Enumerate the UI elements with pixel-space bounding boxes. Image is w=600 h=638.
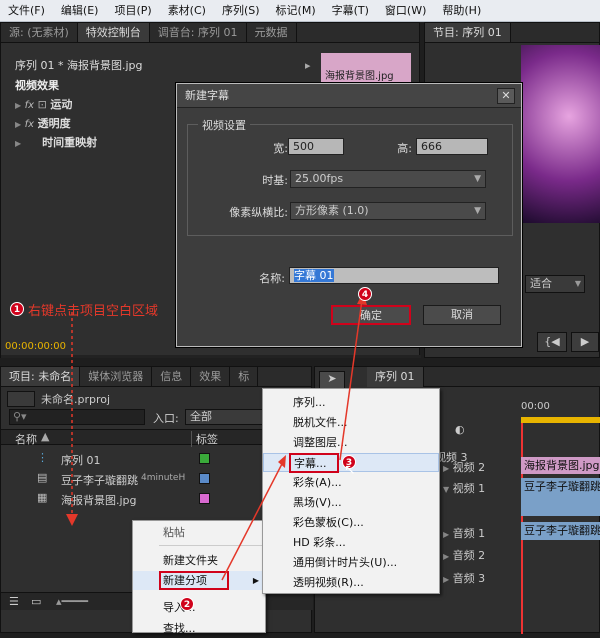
step-badge-2: 2: [180, 597, 194, 611]
annotation-text-1: 右键点击项目空白区域: [28, 304, 159, 319]
step-badge-1: 1: [10, 302, 24, 316]
arrowhead-1: [66, 514, 78, 526]
annotation-arrow-2: [221, 459, 285, 581]
mouse-cursor-icon: ↖: [344, 462, 356, 478]
annotation-arrow-3: [339, 299, 363, 461]
arrowhead-2: [278, 455, 286, 468]
step-badge-4: 4: [358, 287, 372, 301]
